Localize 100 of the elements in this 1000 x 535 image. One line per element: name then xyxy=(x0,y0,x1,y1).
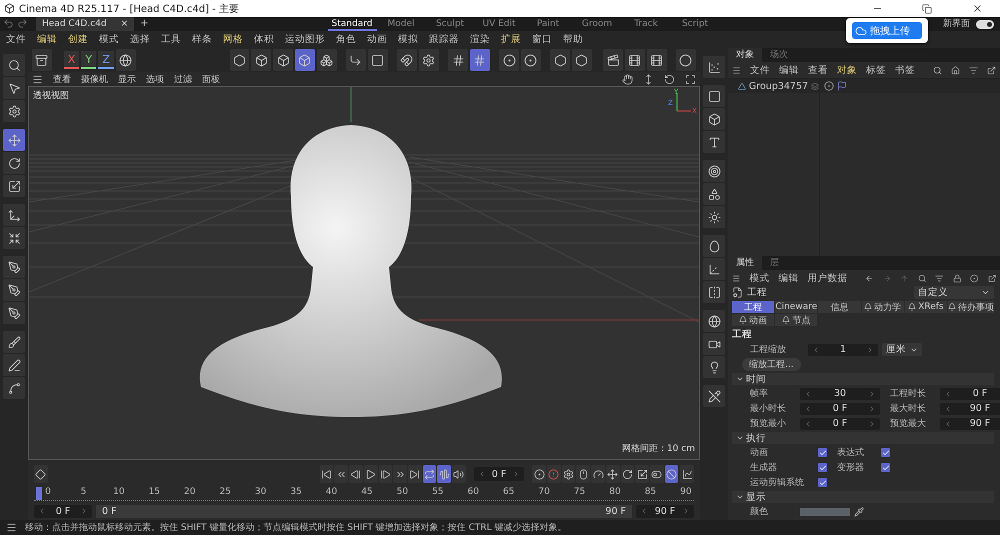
menu-item[interactable]: 对象 xyxy=(837,64,857,76)
layout-tab[interactable]: Model xyxy=(376,17,426,31)
axis-lock-button[interactable]: Z xyxy=(98,51,114,69)
menu-item[interactable]: 编辑 xyxy=(779,64,799,76)
menu-item[interactable]: 模式 xyxy=(99,33,119,46)
ruler-tick-label: 5 xyxy=(80,487,88,499)
preset-dropdown[interactable]: 自定义 xyxy=(914,286,994,299)
viewport-menu-item[interactable]: 面板 xyxy=(202,72,220,86)
frame-ruler[interactable]: 0 5 10 15 20 25 30 35 40 45 50 55 60 65 70 75 80 85 90 xyxy=(34,487,694,501)
new-interface-label: 新界面 xyxy=(943,18,970,31)
viewport-menu-item[interactable]: 选项 xyxy=(146,72,164,86)
end-frame-field[interactable]: 90 F xyxy=(636,504,694,518)
ruler-tick-label: 45 xyxy=(360,487,373,499)
status-text: 移动：点击并拖动鼠标移动元素。按住 SHIFT 键量化移动；节点编辑模式时按住 SHIFT 键增加选择对象；按住 CTRL 键减少选择对象。 xyxy=(25,522,567,534)
number-field[interactable]: 90 F xyxy=(940,402,1000,414)
field-label: 最大时长 xyxy=(890,402,927,415)
layout-tab[interactable]: UV Edit xyxy=(474,17,524,31)
ruler-tick-label: 80 xyxy=(609,487,621,499)
upload-button[interactable]: 拖拽上传 xyxy=(852,22,922,39)
axis-lock-button[interactable]: Y xyxy=(81,51,96,69)
menu-item[interactable]: 模式 xyxy=(749,272,770,284)
ruler-tick-label: 75 xyxy=(574,487,586,499)
menu-item[interactable]: 文件 xyxy=(750,64,770,76)
number-field[interactable]: 30 xyxy=(800,388,880,400)
menu-item[interactable]: 网格 xyxy=(223,33,243,46)
menu-item[interactable]: 标签 xyxy=(866,64,886,76)
panel-tab[interactable]: 场次 xyxy=(762,48,796,62)
unit-dropdown[interactable]: 厘米 xyxy=(882,343,922,356)
close-tab-icon[interactable]: × xyxy=(120,19,128,29)
field-label: 表达式 xyxy=(837,446,865,459)
field-label: 最小时长 xyxy=(750,402,787,415)
page-tab[interactable]: 待办事项 xyxy=(948,301,994,313)
menu-item[interactable]: 编辑 xyxy=(778,272,798,284)
ruler-tick-label: 20 xyxy=(184,487,196,499)
number-field[interactable]: 90 F xyxy=(940,418,1000,430)
number-field[interactable]: 0 F xyxy=(800,402,880,414)
ruler-tick-label: 70 xyxy=(538,487,550,499)
menu-item[interactable]: 书签 xyxy=(895,64,915,76)
menu-item[interactable]: 选择 xyxy=(130,33,150,46)
menu-item[interactable]: 样条 xyxy=(192,33,212,46)
field-label: 帧率 xyxy=(750,388,769,400)
menu-item[interactable]: 窗口 xyxy=(532,33,552,46)
viewport-label: 透视视图 xyxy=(33,90,69,102)
field-label: 变形器 xyxy=(837,462,865,474)
scale-project-button[interactable]: 缩放工程... xyxy=(742,358,801,371)
menu-item[interactable]: 跟踪器 xyxy=(429,33,459,46)
menu-item[interactable]: 编辑 xyxy=(37,33,57,46)
document-tab[interactable]: Head C4D.c4d × xyxy=(36,17,134,31)
layout-tab[interactable]: Track xyxy=(622,17,671,31)
new-tab-button[interactable]: + xyxy=(134,17,155,31)
panel-tab[interactable]: 对象 xyxy=(728,48,762,62)
page-tab[interactable]: 动力学 xyxy=(862,301,904,313)
page-tab[interactable]: 信息 xyxy=(818,301,861,313)
scale-field[interactable]: 1 xyxy=(808,344,878,356)
menu-item[interactable]: 工具 xyxy=(161,33,181,46)
panel-tab[interactable]: 层 xyxy=(762,256,787,270)
page-tab[interactable]: 工程 xyxy=(732,301,774,313)
menu-item[interactable]: 模拟 xyxy=(398,33,418,46)
menu-item[interactable]: 动画 xyxy=(367,33,387,46)
window-title: Cinema 4D R25.117 - [Head C4D.c4d] - 主要 xyxy=(19,2,240,16)
page-tab[interactable]: XRefs xyxy=(904,301,947,313)
grid-spacing-label: 网格间距 : 10 cm xyxy=(622,442,695,455)
layout-tab[interactable]: Script xyxy=(670,17,720,31)
viewport-menu-item[interactable]: 过滤 xyxy=(174,72,192,86)
ruler-tick-label: 65 xyxy=(502,487,515,499)
menu-item[interactable]: 运动图形 xyxy=(285,33,325,46)
group-header[interactable]: 时间 xyxy=(732,373,994,385)
menu-item[interactable]: 用户数据 xyxy=(807,272,848,284)
layout-tab[interactable]: Groom xyxy=(572,17,622,31)
menu-item[interactable]: 帮助 xyxy=(563,33,583,46)
ruler-tick-label: 90 xyxy=(680,487,692,499)
preview-range-bar[interactable]: 0 F 90 F xyxy=(96,504,632,518)
menu-item[interactable]: 扩展 xyxy=(501,33,521,46)
number-field[interactable]: 0 F xyxy=(800,418,880,430)
menu-item[interactable]: 文件 xyxy=(6,33,26,46)
menu-item[interactable]: 渲染 xyxy=(470,33,490,46)
ruler-tick-label: 30 xyxy=(254,487,267,499)
menu-item[interactable]: 查看 xyxy=(808,64,828,76)
viewport-menu-item[interactable]: 查看 xyxy=(53,72,71,86)
start-frame-field[interactable]: 0 F xyxy=(34,504,92,518)
layout-tab[interactable]: Sculpt xyxy=(426,17,475,31)
ruler-tick-label: 60 xyxy=(467,487,480,499)
page-tab[interactable]: 节点 xyxy=(775,314,818,326)
object-row[interactable]: Group34757 xyxy=(728,79,819,93)
layout-tab[interactable]: Paint xyxy=(524,17,573,31)
ruler-tick-label: 50 xyxy=(396,487,408,499)
object-title: 工程 xyxy=(747,286,767,299)
viewport-menu-item[interactable]: 显示 xyxy=(118,72,136,86)
group-header[interactable]: 执行 xyxy=(732,432,994,444)
page-tab[interactable]: Cineware xyxy=(775,301,818,313)
group-header[interactable]: 显示 xyxy=(732,491,994,503)
current-frame-field[interactable]: 0 F xyxy=(474,467,524,481)
panel-tab[interactable]: 属性 xyxy=(728,256,762,270)
number-field[interactable]: 0 F xyxy=(940,388,1000,400)
menu-item[interactable]: 角色 xyxy=(336,33,356,46)
ruler-tick-label: 35 xyxy=(290,487,302,499)
viewport-menu-item[interactable]: 摄像机 xyxy=(81,72,108,86)
menu-item[interactable]: 体积 xyxy=(254,33,274,46)
page-tab[interactable]: 动画 xyxy=(732,314,774,326)
menu-item[interactable]: 创建 xyxy=(68,33,88,46)
